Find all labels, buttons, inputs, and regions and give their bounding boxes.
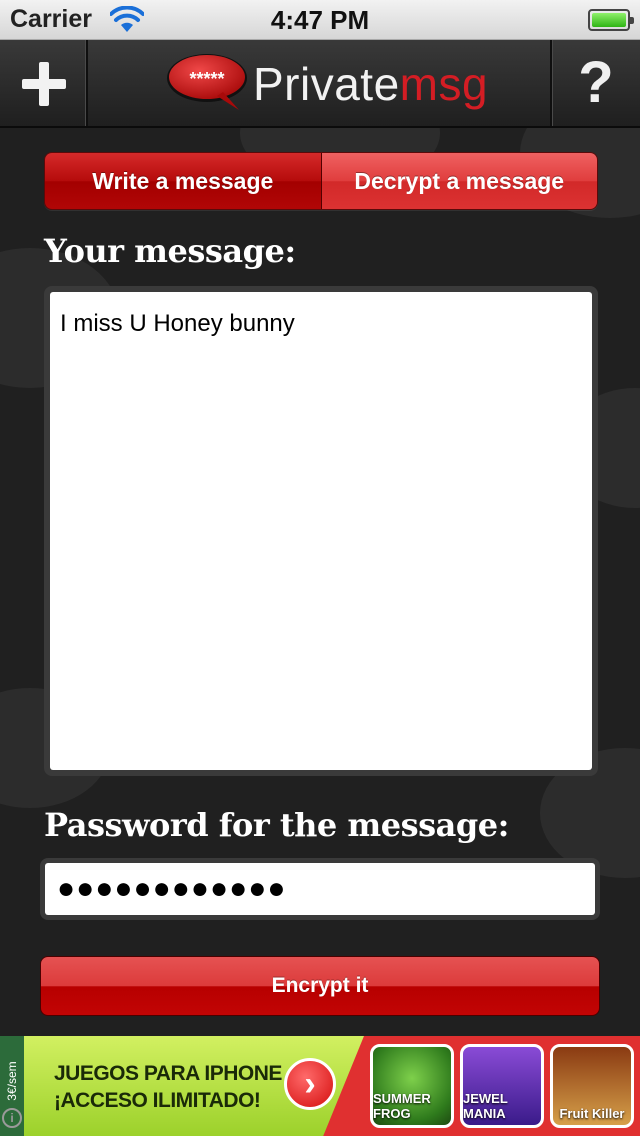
password-frame: ●●●●●●●●●●●● bbox=[40, 858, 600, 920]
ad-banner[interactable]: 3€/sem i JUEGOS PARA IPHONE ¡ACCESO ILIM… bbox=[0, 1036, 640, 1136]
speech-bubble-icon: ***** bbox=[167, 54, 247, 110]
tab-write-message[interactable]: Write a message bbox=[45, 153, 322, 209]
bubble-text: ***** bbox=[189, 69, 224, 89]
ad-line-1: JUEGOS PARA IPHONE bbox=[54, 1062, 282, 1085]
message-textarea[interactable]: I miss U Honey bunny bbox=[50, 292, 592, 770]
password-label: Password for the message: bbox=[44, 806, 509, 844]
info-icon[interactable]: i bbox=[2, 1108, 22, 1128]
encrypt-button[interactable]: Encrypt it bbox=[40, 956, 600, 1016]
ad-game-jewel-mania[interactable]: JEWEL MANIA bbox=[460, 1044, 544, 1128]
add-button[interactable] bbox=[0, 40, 88, 126]
ad-text: JUEGOS PARA IPHONE ¡ACCESO ILIMITADO! bbox=[54, 1060, 282, 1114]
main-content: Write a message Decrypt a message Your m… bbox=[0, 128, 640, 1036]
battery-icon bbox=[588, 9, 634, 31]
message-frame: I miss U Honey bunny bbox=[44, 286, 598, 776]
chevron-right-icon[interactable]: › bbox=[284, 1058, 336, 1110]
password-input[interactable]: ●●●●●●●●●●●● bbox=[45, 863, 595, 915]
ad-line-2: ¡ACCESO ILIMITADO! bbox=[54, 1089, 261, 1112]
ad-game-summer-frog[interactable]: SUMMER FROG bbox=[370, 1044, 454, 1128]
password-dots: ●●●●●●●●●●●● bbox=[57, 872, 287, 905]
status-bar: Carrier 4:47 PM bbox=[0, 0, 640, 40]
logo-word-accent: msg bbox=[399, 58, 489, 110]
status-time: 4:47 PM bbox=[270, 5, 370, 35]
question-icon: ? bbox=[578, 50, 614, 115]
app-logo: ***** Privatemsg bbox=[165, 52, 488, 116]
nav-bar: ***** Privatemsg ? bbox=[0, 40, 640, 128]
ad-game-fruit-killer[interactable]: Fruit Killer bbox=[550, 1044, 634, 1128]
logo-word-main: Private bbox=[253, 58, 400, 110]
tab-decrypt-message[interactable]: Decrypt a message bbox=[321, 153, 597, 209]
mode-tabs: Write a message Decrypt a message bbox=[44, 152, 598, 210]
message-label: Your message: bbox=[44, 232, 296, 270]
logo-wordmark: Privatemsg bbox=[253, 56, 488, 112]
plus-icon bbox=[22, 62, 66, 106]
help-button[interactable]: ? bbox=[550, 40, 640, 126]
